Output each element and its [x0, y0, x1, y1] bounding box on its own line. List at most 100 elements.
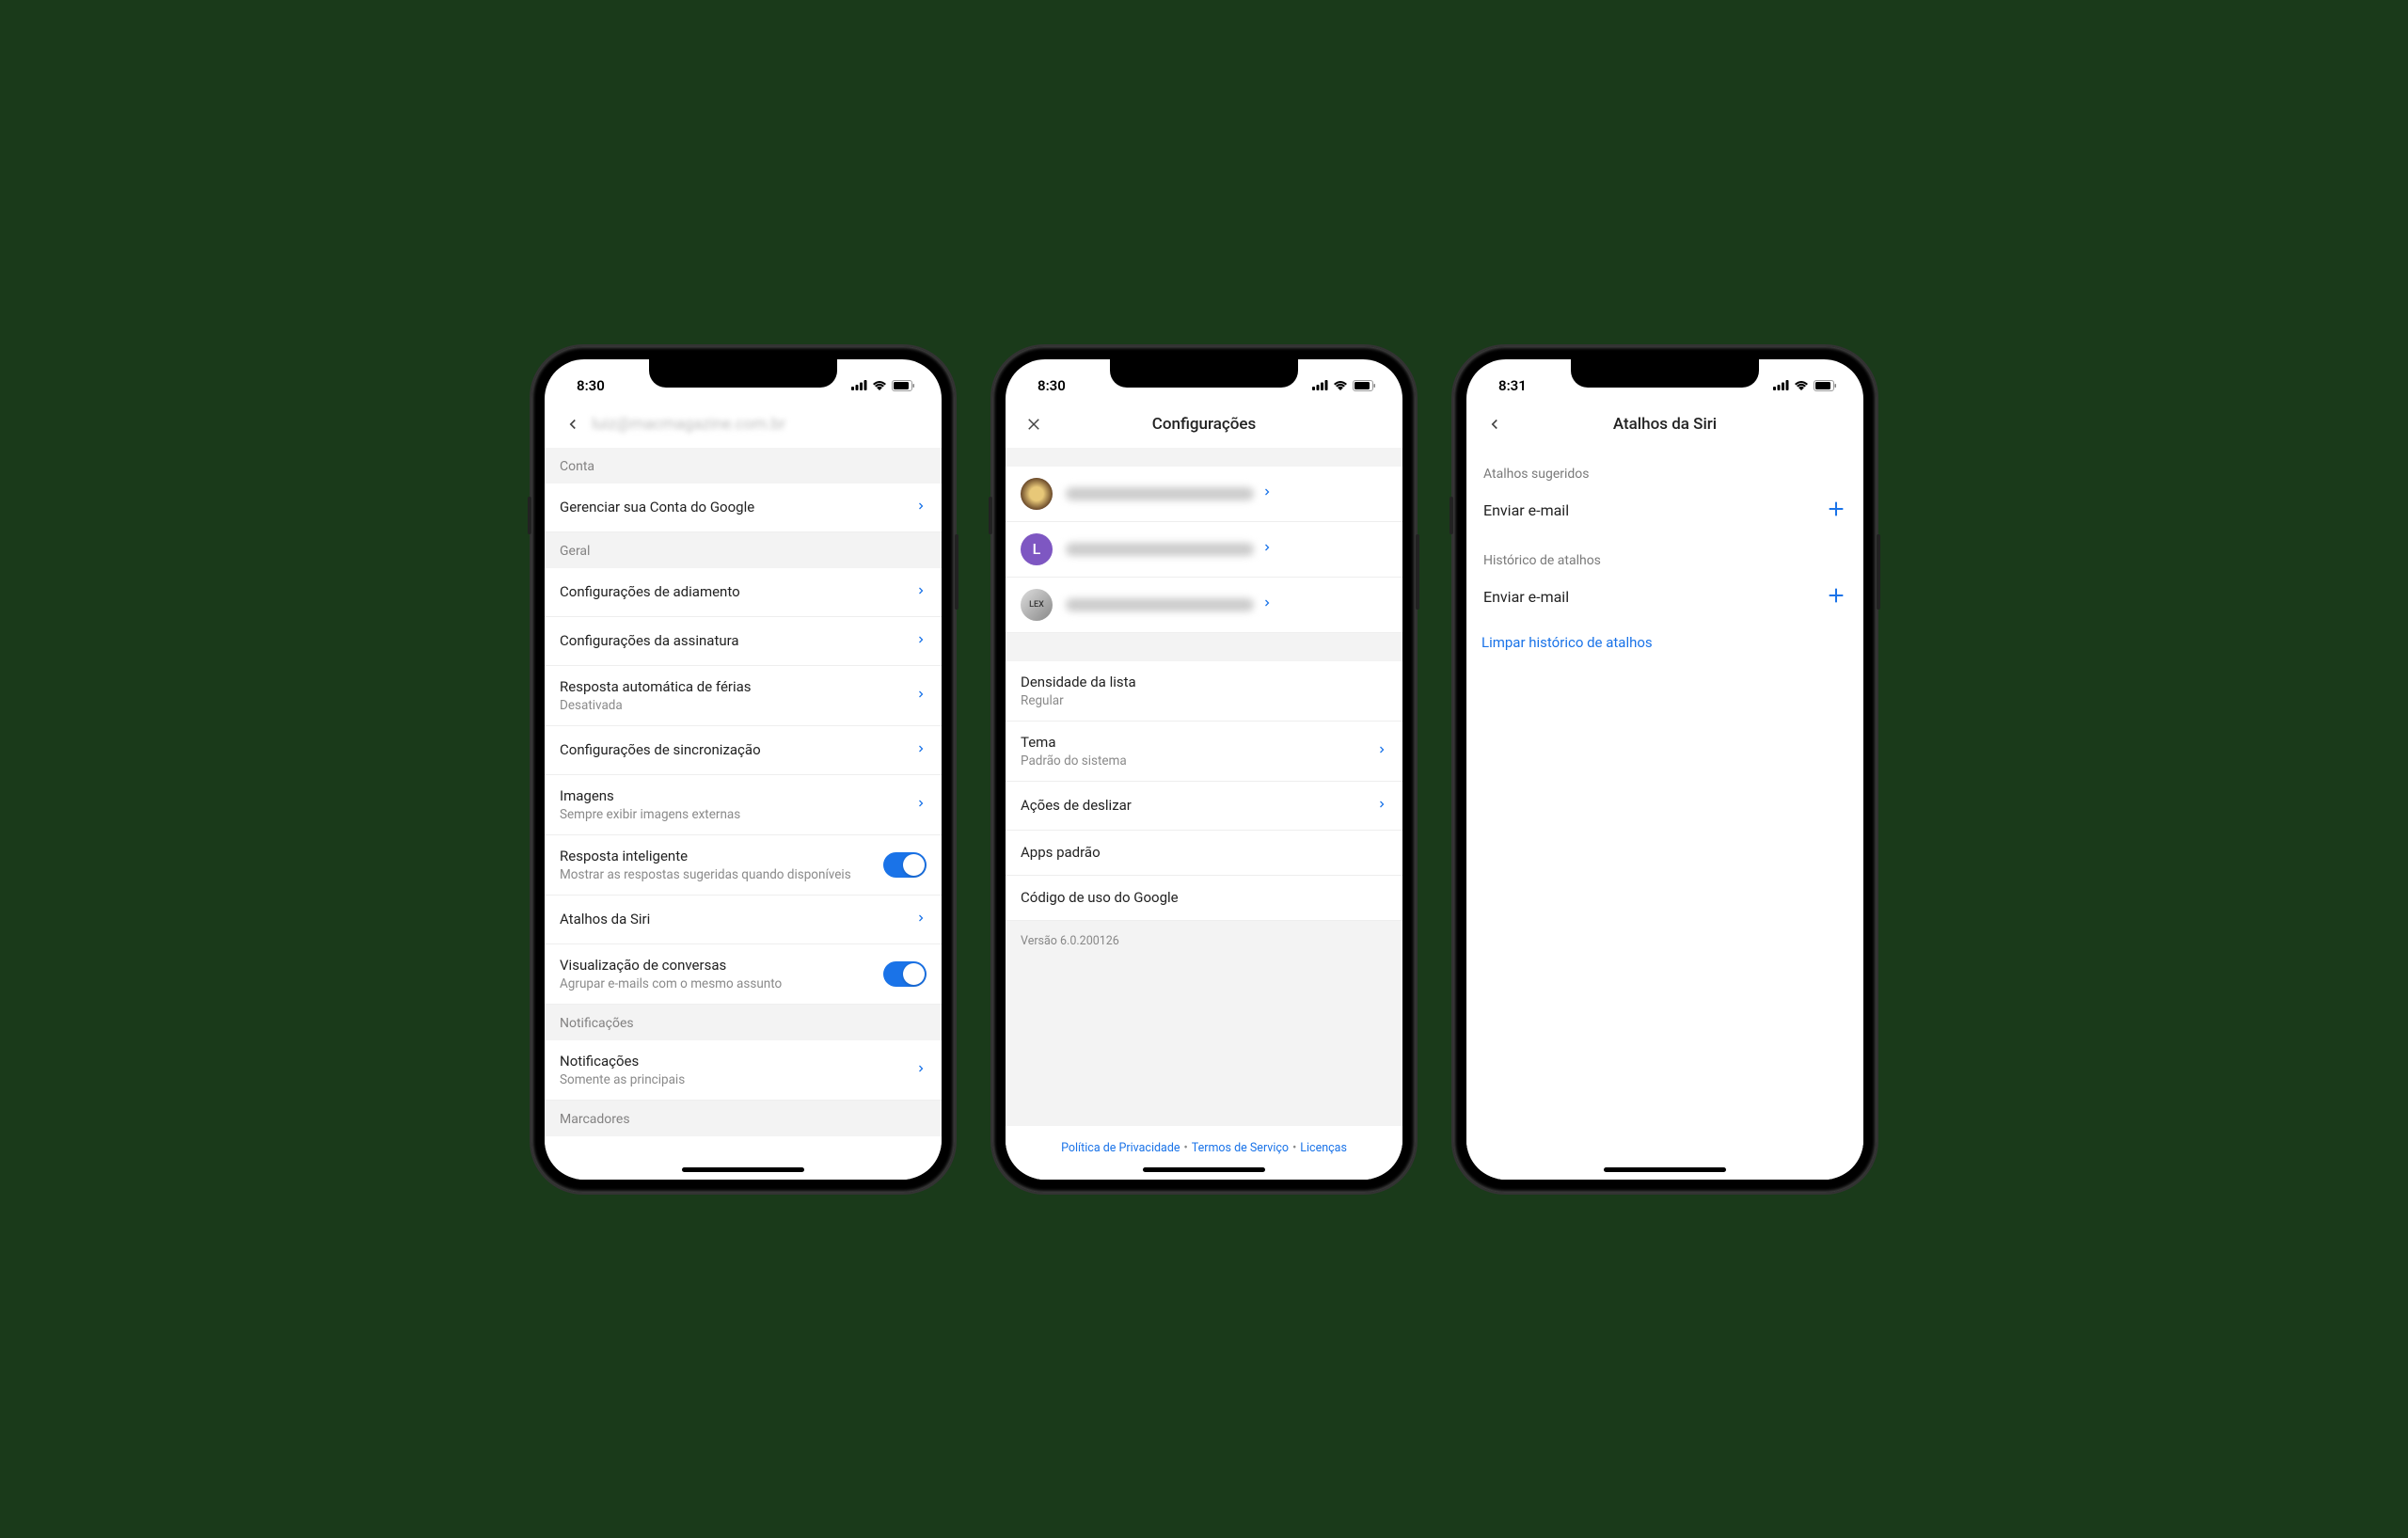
- close-button[interactable]: [1019, 409, 1049, 439]
- row-notifications[interactable]: Notificações Somente as principais: [545, 1040, 942, 1101]
- section-conta: Conta: [545, 448, 942, 484]
- row-default-apps[interactable]: Apps padrão: [1006, 831, 1402, 876]
- row-label: Configurações da assinatura: [560, 632, 908, 649]
- status-icons: [1773, 380, 1841, 391]
- home-indicator[interactable]: [1143, 1167, 1265, 1172]
- nav-bar: Configurações: [1006, 401, 1402, 448]
- wifi-icon: [872, 380, 887, 390]
- row-siri-shortcuts[interactable]: Atalhos da Siri: [545, 896, 942, 944]
- toggle-smart-reply[interactable]: [883, 852, 927, 878]
- account-row-3[interactable]: LEX: [1006, 578, 1402, 633]
- row-sublabel: Agrupar e-mails com o mesmo assunto: [560, 976, 883, 991]
- row-label: Visualização de conversas: [560, 957, 883, 974]
- phone-frame-1: 8:30 luiz@macmagazine.com.br Conta Geren…: [531, 346, 955, 1193]
- row-images[interactable]: Imagens Sempre exibir imagens externas: [545, 775, 942, 835]
- row-sync[interactable]: Configurações de sincronização: [545, 726, 942, 775]
- section-marcadores: Marcadores: [545, 1101, 942, 1136]
- chevron-right-icon: [1376, 794, 1387, 817]
- spacer: [1006, 961, 1402, 1126]
- section-geral: Geral: [545, 532, 942, 568]
- row-suggested-send-email[interactable]: Enviar e-mail: [1466, 487, 1863, 534]
- chevron-right-icon: [1261, 482, 1273, 505]
- status-time: 8:30: [1028, 377, 1066, 394]
- row-swipe[interactable]: Ações de deslizar: [1006, 782, 1402, 831]
- spacer: [1466, 664, 1863, 1180]
- page-title: Atalhos da Siri: [1466, 415, 1863, 434]
- row-label: Enviar e-mail: [1483, 588, 1826, 606]
- row-label: Ações de deslizar: [1021, 797, 1369, 814]
- plus-icon[interactable]: [1826, 585, 1846, 610]
- row-sublabel: Desativada: [560, 698, 908, 713]
- account-email-blurred: [1066, 487, 1254, 500]
- battery-icon: [892, 380, 915, 391]
- account-row-1[interactable]: [1006, 467, 1402, 522]
- phone-frame-2: 8:30 Configurações L: [992, 346, 1416, 1193]
- battery-icon: [1353, 380, 1376, 391]
- row-label: Tema: [1021, 734, 1369, 751]
- screen-1: 8:30 luiz@macmagazine.com.br Conta Geren…: [545, 359, 942, 1180]
- link-privacy[interactable]: Política de Privacidade: [1061, 1141, 1180, 1155]
- chevron-right-icon: [1376, 739, 1387, 763]
- row-google-code[interactable]: Código de uso do Google: [1006, 876, 1402, 921]
- row-sublabel: Padrão do sistema: [1021, 753, 1369, 769]
- row-snooze[interactable]: Configurações de adiamento: [545, 568, 942, 617]
- chevron-right-icon: [915, 629, 927, 653]
- row-density[interactable]: Densidade da lista Regular: [1006, 661, 1402, 721]
- avatar: [1021, 478, 1053, 510]
- link-terms[interactable]: Termos de Serviço: [1192, 1141, 1289, 1155]
- account-email-blurred: [1066, 543, 1254, 556]
- link-licenses[interactable]: Licenças: [1300, 1141, 1347, 1155]
- chevron-right-icon: [915, 496, 927, 519]
- home-indicator[interactable]: [1604, 1167, 1726, 1172]
- chevron-right-icon: [915, 1058, 927, 1082]
- chevron-right-icon: [915, 580, 927, 604]
- content-scroll[interactable]: L LEX Densidade da lista Regular Tema: [1006, 448, 1402, 1180]
- account-email-blurred: [1066, 598, 1254, 611]
- home-indicator[interactable]: [682, 1167, 804, 1172]
- row-vacation[interactable]: Resposta automática de férias Desativada: [545, 666, 942, 726]
- chevron-right-icon: [915, 684, 927, 707]
- content-scroll[interactable]: Atalhos sugeridos Enviar e-mail Históric…: [1466, 448, 1863, 1180]
- row-label: Imagens: [560, 787, 908, 804]
- row-label: Resposta inteligente: [560, 848, 883, 864]
- status-time: 8:31: [1489, 377, 1527, 394]
- signal-icon: [851, 380, 867, 390]
- toggle-conversation-view[interactable]: [883, 961, 927, 987]
- wifi-icon: [1794, 380, 1809, 390]
- row-manage-account[interactable]: Gerenciar sua Conta do Google: [545, 484, 942, 532]
- row-smart-reply[interactable]: Resposta inteligente Mostrar as resposta…: [545, 835, 942, 896]
- row-label: Enviar e-mail: [1483, 501, 1826, 519]
- row-theme[interactable]: Tema Padrão do sistema: [1006, 721, 1402, 782]
- status-time: 8:30: [567, 377, 605, 394]
- status-icons: [851, 380, 919, 391]
- status-icons: [1312, 380, 1380, 391]
- link-clear-history[interactable]: Limpar histórico de atalhos: [1466, 621, 1863, 664]
- content-scroll[interactable]: Conta Gerenciar sua Conta do Google Gera…: [545, 448, 942, 1180]
- chevron-right-icon: [915, 738, 927, 762]
- row-history-send-email[interactable]: Enviar e-mail: [1466, 574, 1863, 621]
- back-button[interactable]: [1480, 409, 1510, 439]
- row-label: Resposta automática de férias: [560, 678, 908, 695]
- chevron-right-icon: [1261, 593, 1273, 616]
- section-history: Histórico de atalhos: [1466, 534, 1863, 574]
- chevron-right-icon: [1261, 537, 1273, 561]
- phone-frame-3: 8:31 Atalhos da Siri Atalhos sugeridos E…: [1453, 346, 1877, 1193]
- section-suggested: Atalhos sugeridos: [1466, 448, 1863, 487]
- row-sublabel: Regular: [1021, 693, 1387, 708]
- signal-icon: [1773, 380, 1789, 390]
- wifi-icon: [1333, 380, 1348, 390]
- account-row-2[interactable]: L: [1006, 522, 1402, 578]
- avatar: L: [1021, 533, 1053, 565]
- row-signature[interactable]: Configurações da assinatura: [545, 617, 942, 666]
- notch: [1571, 359, 1759, 388]
- row-label: Gerenciar sua Conta do Google: [560, 499, 908, 515]
- row-sublabel: Somente as principais: [560, 1072, 908, 1087]
- plus-icon[interactable]: [1826, 499, 1846, 523]
- row-conversation-view[interactable]: Visualização de conversas Agrupar e-mail…: [545, 944, 942, 1005]
- nav-bar: Atalhos da Siri: [1466, 401, 1863, 448]
- notch: [649, 359, 837, 388]
- row-sublabel: Sempre exibir imagens externas: [560, 807, 908, 822]
- screen-3: 8:31 Atalhos da Siri Atalhos sugeridos E…: [1466, 359, 1863, 1180]
- row-sublabel: Mostrar as respostas sugeridas quando di…: [560, 867, 883, 882]
- back-button[interactable]: [558, 409, 588, 439]
